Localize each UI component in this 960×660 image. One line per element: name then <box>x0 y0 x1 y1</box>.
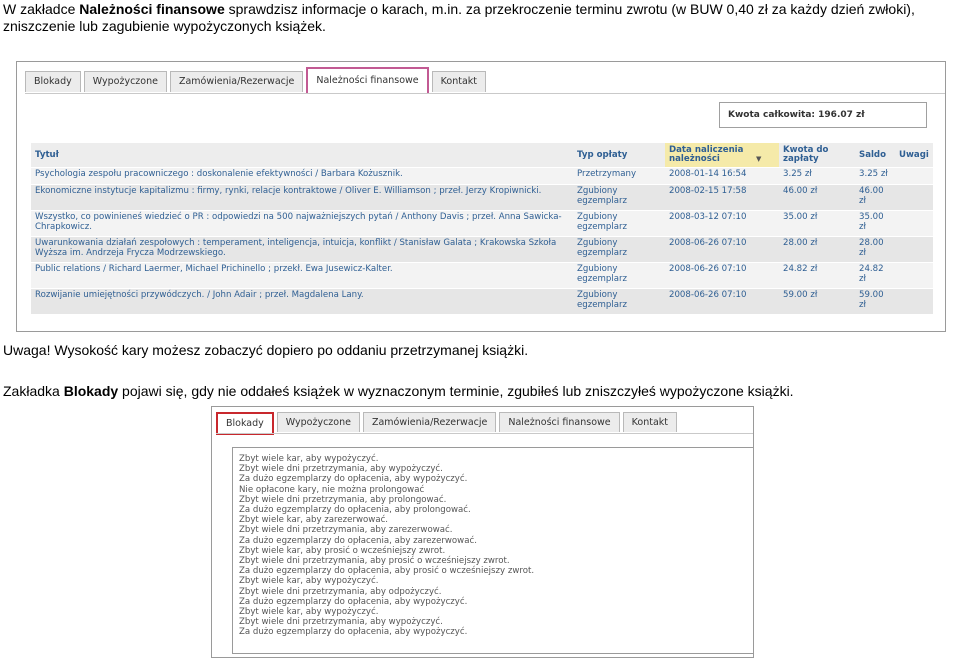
tab-blokady[interactable]: Blokady <box>25 71 81 92</box>
list-item: Zbyt wiele dni przetrzymania, aby prosić… <box>239 556 510 567</box>
fees-screenshot: Blokady Wypożyczone Zamówienia/Rezerwacj… <box>16 61 946 332</box>
list-item: Zbyt wiele dni przetrzymania, aby odpoży… <box>239 586 442 597</box>
warning-text: Uwaga! Wysokość kary możesz zobaczyć dop… <box>3 342 529 358</box>
intro-pre: W zakładce <box>3 1 80 17</box>
tab-wypozyczone[interactable]: Wypożyczone <box>276 412 360 432</box>
cell-title[interactable]: Ekonomiczne instytucje kapitalizmu : fir… <box>31 184 573 211</box>
list-item: Zbyt wiele dni przetrzymania, aby prolon… <box>239 494 447 505</box>
blocks-list-box: Zbyt wiele kar, aby wypożyczyć. Zbyt wie… <box>232 447 753 654</box>
intro-paragraph-line2: zniszczenie lub zagubienie wypożyczonych… <box>3 18 326 34</box>
total-amount-box: Kwota całkowita: 196.07 zł <box>719 102 927 128</box>
col-header-date[interactable]: Data naliczenia należności ▼ <box>665 143 779 168</box>
cell-balance: 28.00 zł <box>855 236 895 263</box>
tab-zamowienia[interactable]: Zamówienia/Rezerwacje <box>169 71 304 92</box>
tab-divider <box>25 93 945 94</box>
list-item: Zbyt wiele dni przetrzymania, aby wypoży… <box>239 464 443 475</box>
blokady-pre: Zakładka <box>3 383 64 399</box>
cell-date: 2008-02-15 17:58 <box>665 184 779 211</box>
intro-post: sprawdzisz informacje o karach, m.in. za… <box>224 1 915 17</box>
cell-notes <box>895 262 933 289</box>
table-row: Uwarunkowania działań zespołowych : temp… <box>31 236 933 263</box>
table-header-row: Tytuł Typ opłaty Data naliczenia należno… <box>31 143 933 168</box>
cell-amount: 3.25 zł <box>779 167 855 185</box>
tab-bar: Blokady Wypożyczone Zamówienia/Rezerwacj… <box>25 67 489 94</box>
col-header-notes[interactable]: Uwagi <box>895 143 933 168</box>
col-header-type[interactable]: Typ opłaty <box>573 143 665 168</box>
cell-balance: 3.25 zł <box>855 167 895 185</box>
sort-desc-icon: ▼ <box>756 155 762 163</box>
tab-divider <box>216 433 753 434</box>
blocks-list: Zbyt wiele kar, aby wypożyczyć. Zbyt wie… <box>233 448 753 638</box>
list-item: Za dużo egzemplarzy do opłacenia, aby pr… <box>239 505 471 516</box>
cell-type: Zgubiony egzemplarz <box>573 210 665 237</box>
col-header-balance[interactable]: Saldo <box>855 143 895 168</box>
cell-title[interactable]: Public relations / Richard Laermer, Mich… <box>31 262 573 289</box>
cell-title[interactable]: Uwarunkowania działań zespołowych : temp… <box>31 236 573 263</box>
cell-notes <box>895 210 933 237</box>
col-header-amount[interactable]: Kwota do zapłaty <box>779 143 855 168</box>
intro-paragraph: W zakładce Należności finansowe sprawdzi… <box>3 0 915 18</box>
cell-amount: 35.00 zł <box>779 210 855 237</box>
tab-wypozyczone[interactable]: Wypożyczone <box>83 71 167 92</box>
table-row: Ekonomiczne instytucje kapitalizmu : fir… <box>31 184 933 211</box>
cell-notes <box>895 167 933 185</box>
blokady-post: pojawi się, gdy nie oddałeś książek w wy… <box>118 383 794 399</box>
cell-date: 2008-06-26 07:10 <box>665 288 779 315</box>
cell-type: Zgubiony egzemplarz <box>573 288 665 315</box>
cell-date: 2008-03-12 07:10 <box>665 210 779 237</box>
cell-balance: 59.00 zł <box>855 288 895 315</box>
cell-type: Zgubiony egzemplarz <box>573 184 665 211</box>
col-header-title[interactable]: Tytuł <box>31 143 573 168</box>
table-row: Psychologia zespołu pracowniczego : dosk… <box>31 167 933 185</box>
tab-naleznosci[interactable]: Należności finansowe <box>499 412 620 432</box>
tab-bar: Blokady Wypożyczone Zamówienia/Rezerwacj… <box>216 412 680 435</box>
cell-type: Zgubiony egzemplarz <box>573 236 665 263</box>
blokady-screenshot: Blokady Wypożyczone Zamówienia/Rezerwacj… <box>211 406 754 658</box>
list-item: Zbyt wiele kar, aby zarezerwować. <box>239 515 389 526</box>
table-row: Wszystko, co powinieneś wiedzieć o PR : … <box>31 210 933 237</box>
list-item: Zbyt wiele kar, aby wypożyczyć. <box>239 607 379 618</box>
cell-notes <box>895 184 933 211</box>
list-item: Za dużo egzemplarzy do opłacenia, aby wy… <box>239 627 468 638</box>
list-item: Za dużo egzemplarzy do opłacenia, aby wy… <box>239 596 468 607</box>
cell-title[interactable]: Rozwijanie umiejętności przywódczych. / … <box>31 288 573 315</box>
blokady-bold: Blokady <box>63 383 119 399</box>
cell-type: Zgubiony egzemplarz <box>573 262 665 289</box>
list-item: Za dużo egzemplarzy do opłacenia, aby wy… <box>239 474 468 485</box>
cell-amount: 46.00 zł <box>779 184 855 211</box>
cell-notes <box>895 288 933 315</box>
table-row: Rozwijanie umiejętności przywódczych. / … <box>31 288 933 315</box>
cell-balance: 46.00 zł <box>855 184 895 211</box>
cell-balance: 24.82 zł <box>855 262 895 289</box>
tab-naleznosci[interactable]: Należności finansowe <box>306 67 429 93</box>
cell-date: 2008-01-14 16:54 <box>665 167 779 185</box>
list-item: Za dużo egzemplarzy do opłacenia, aby pr… <box>239 566 535 577</box>
cell-balance: 35.00 zł <box>855 210 895 237</box>
list-item: Zbyt wiele kar, aby prosić o wcześniejsz… <box>239 545 446 556</box>
blokady-paragraph: Zakładka Blokady pojawi się, gdy nie odd… <box>3 382 794 400</box>
cell-title[interactable]: Wszystko, co powinieneś wiedzieć o PR : … <box>31 210 573 237</box>
cell-amount: 28.00 zł <box>779 236 855 263</box>
cell-title[interactable]: Psychologia zespołu pracowniczego : dosk… <box>31 167 573 185</box>
list-item: Za dużo egzemplarzy do opłacenia, aby za… <box>239 535 477 546</box>
cell-type: Przetrzymany <box>573 167 665 185</box>
list-item: Zbyt wiele dni przetrzymania, aby zareze… <box>239 525 453 536</box>
list-item: Zbyt wiele dni przetrzymania, aby wypoży… <box>239 617 443 628</box>
cell-amount: 59.00 zł <box>779 288 855 315</box>
cell-notes <box>895 236 933 263</box>
fees-table: Tytuł Typ opłaty Data naliczenia należno… <box>31 143 933 315</box>
cell-date: 2008-06-26 07:10 <box>665 236 779 263</box>
tab-zamowienia[interactable]: Zamówienia/Rezerwacje <box>362 412 497 432</box>
intro-bold: Należności finansowe <box>79 1 225 17</box>
table-row: Public relations / Richard Laermer, Mich… <box>31 262 933 289</box>
cell-amount: 24.82 zł <box>779 262 855 289</box>
tab-kontakt[interactable]: Kontakt <box>622 412 678 432</box>
cell-date: 2008-06-26 07:10 <box>665 262 779 289</box>
tab-kontakt[interactable]: Kontakt <box>431 71 487 92</box>
tab-blokady[interactable]: Blokady <box>216 412 274 435</box>
list-item: Nie opłacone kary, nie można prolongować <box>239 484 425 495</box>
col-header-date-label: Data naliczenia należności <box>669 145 744 164</box>
list-item: Zbyt wiele kar, aby wypożyczyć. <box>239 576 379 587</box>
list-item: Zbyt wiele kar, aby wypożyczyć. <box>239 454 379 464</box>
